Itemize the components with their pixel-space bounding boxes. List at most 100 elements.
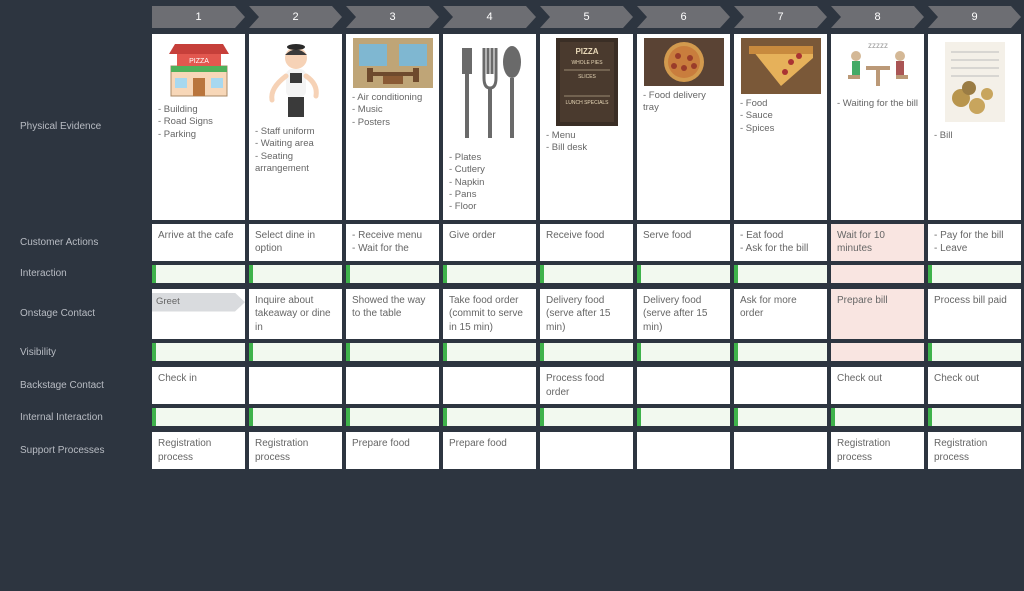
step-3: 3 bbox=[346, 6, 439, 28]
step-6: 6 bbox=[637, 6, 730, 28]
menu-board-icon: PIZZA WHOLE PIES SLICES LUNCH SPECIALS bbox=[546, 38, 627, 126]
svg-text:PIZZA: PIZZA bbox=[575, 47, 598, 56]
row-label-onstage: Onstage Contact bbox=[8, 289, 148, 340]
internal-cell bbox=[346, 408, 439, 426]
row-label-internal: Internal Interaction bbox=[8, 408, 148, 426]
evidence-cell-6: - Food delivery tray bbox=[637, 34, 730, 220]
interaction-cell bbox=[928, 265, 1021, 283]
support-cell bbox=[540, 432, 633, 469]
support-cell bbox=[637, 432, 730, 469]
onstage-cell: Prepare bill bbox=[831, 289, 924, 340]
evidence-text: - Building - Road Signs - Parking bbox=[158, 104, 239, 141]
interaction-cell bbox=[637, 265, 730, 283]
visibility-cell bbox=[928, 343, 1021, 361]
step-8: 8 bbox=[831, 6, 924, 28]
evidence-text: - Food - Sauce - Spices bbox=[740, 98, 821, 135]
interaction-cell bbox=[346, 265, 439, 283]
row-label-interaction: Interaction bbox=[8, 265, 148, 283]
interior-icon bbox=[352, 38, 433, 88]
evidence-cell-5: PIZZA WHOLE PIES SLICES LUNCH SPECIALS -… bbox=[540, 34, 633, 220]
visibility-cell bbox=[637, 343, 730, 361]
backstage-cell bbox=[734, 367, 827, 404]
onstage-cell: Ask for more order bbox=[734, 289, 827, 340]
support-cell: Registration process bbox=[152, 432, 245, 469]
evidence-cell-1: PIZZA - Building - Road Signs - Parking bbox=[152, 34, 245, 220]
row-label-visibility: Visibility bbox=[8, 343, 148, 361]
support-cell: Registration process bbox=[249, 432, 342, 469]
customer-action-cell: Serve food bbox=[637, 224, 730, 261]
internal-cell bbox=[734, 408, 827, 426]
pizza-shop-icon: PIZZA bbox=[158, 38, 239, 100]
evidence-text: - Bill bbox=[934, 130, 1015, 142]
backstage-cell: Process food order bbox=[540, 367, 633, 404]
service-blueprint-grid: 1 2 3 4 5 6 7 8 9 Physical Evidence PIZZ… bbox=[0, 0, 1024, 475]
internal-cell bbox=[152, 408, 245, 426]
svg-text:SLICES: SLICES bbox=[578, 74, 596, 80]
customer-action-cell: Arrive at the cafe bbox=[152, 224, 245, 261]
pizza-slice-icon bbox=[740, 38, 821, 94]
support-cell: Prepare food bbox=[443, 432, 536, 469]
visibility-cell bbox=[734, 343, 827, 361]
interaction-cell bbox=[734, 265, 827, 283]
header-empty bbox=[8, 6, 148, 30]
support-cell: Registration process bbox=[928, 432, 1021, 469]
backstage-cell: Check in bbox=[152, 367, 245, 404]
support-cell: Registration process bbox=[831, 432, 924, 469]
customer-action-cell: Receive food bbox=[540, 224, 633, 261]
interaction-cell bbox=[831, 265, 924, 283]
onstage-cell: Showed the way to the table bbox=[346, 289, 439, 340]
onstage-cell: Greet bbox=[152, 289, 245, 340]
internal-cell bbox=[831, 408, 924, 426]
row-label-backstage: Backstage Contact bbox=[8, 367, 148, 404]
row-label-customer-actions: Customer Actions bbox=[8, 224, 148, 261]
customer-action-cell: - Pay for the bill - Leave bbox=[928, 224, 1021, 261]
evidence-cell-7: - Food - Sauce - Spices bbox=[734, 34, 827, 220]
waitress-icon bbox=[255, 38, 336, 122]
onstage-cell: Process bill paid bbox=[928, 289, 1021, 340]
svg-text:zzzzz: zzzzz bbox=[868, 41, 888, 50]
step-9: 9 bbox=[928, 6, 1021, 28]
support-cell bbox=[734, 432, 827, 469]
waiting-icon: zzzzz bbox=[837, 38, 918, 94]
svg-text:WHOLE PIES: WHOLE PIES bbox=[571, 60, 603, 66]
customer-action-cell: Wait for 10 minutes bbox=[831, 224, 924, 261]
evidence-text: - Plates - Cutlery - Napkin - Pans - Flo… bbox=[449, 152, 530, 214]
evidence-cell-2: - Staff uniform - Waiting area - Seating… bbox=[249, 34, 342, 220]
svg-text:LUNCH SPECIALS: LUNCH SPECIALS bbox=[565, 100, 609, 106]
step-7: 7 bbox=[734, 6, 827, 28]
pizza-round-icon bbox=[643, 38, 724, 86]
internal-cell bbox=[443, 408, 536, 426]
customer-action-cell: Select dine in option bbox=[249, 224, 342, 261]
evidence-cell-8: zzzzz - Waiting for the bill bbox=[831, 34, 924, 220]
interaction-cell bbox=[152, 265, 245, 283]
evidence-text: - Staff uniform - Waiting area - Seating… bbox=[255, 126, 336, 175]
backstage-cell bbox=[346, 367, 439, 404]
internal-cell bbox=[249, 408, 342, 426]
visibility-cell bbox=[831, 343, 924, 361]
visibility-cell bbox=[540, 343, 633, 361]
backstage-cell bbox=[637, 367, 730, 404]
evidence-cell-4: - Plates - Cutlery - Napkin - Pans - Flo… bbox=[443, 34, 536, 220]
step-4: 4 bbox=[443, 6, 536, 28]
step-5: 5 bbox=[540, 6, 633, 28]
onstage-cell: Delivery food (serve after 15 min) bbox=[637, 289, 730, 340]
visibility-cell bbox=[152, 343, 245, 361]
row-label-support: Support Processes bbox=[8, 432, 148, 469]
evidence-cell-3: - Air conditioning - Music - Posters bbox=[346, 34, 439, 220]
backstage-cell: Check out bbox=[831, 367, 924, 404]
step-2: 2 bbox=[249, 6, 342, 28]
interaction-cell bbox=[249, 265, 342, 283]
internal-cell bbox=[540, 408, 633, 426]
internal-cell bbox=[928, 408, 1021, 426]
interaction-cell bbox=[443, 265, 536, 283]
cutlery-icon bbox=[449, 38, 530, 148]
backstage-cell: Check out bbox=[928, 367, 1021, 404]
step-1: 1 bbox=[152, 6, 245, 28]
evidence-text: - Air conditioning - Music - Posters bbox=[352, 92, 433, 129]
internal-cell bbox=[637, 408, 730, 426]
backstage-cell bbox=[443, 367, 536, 404]
visibility-cell bbox=[346, 343, 439, 361]
onstage-cell: Inquire about takeaway or dine in bbox=[249, 289, 342, 340]
evidence-text: - Menu - Bill desk bbox=[546, 130, 627, 155]
onstage-cell: Take food order (commit to serve in 15 m… bbox=[443, 289, 536, 340]
